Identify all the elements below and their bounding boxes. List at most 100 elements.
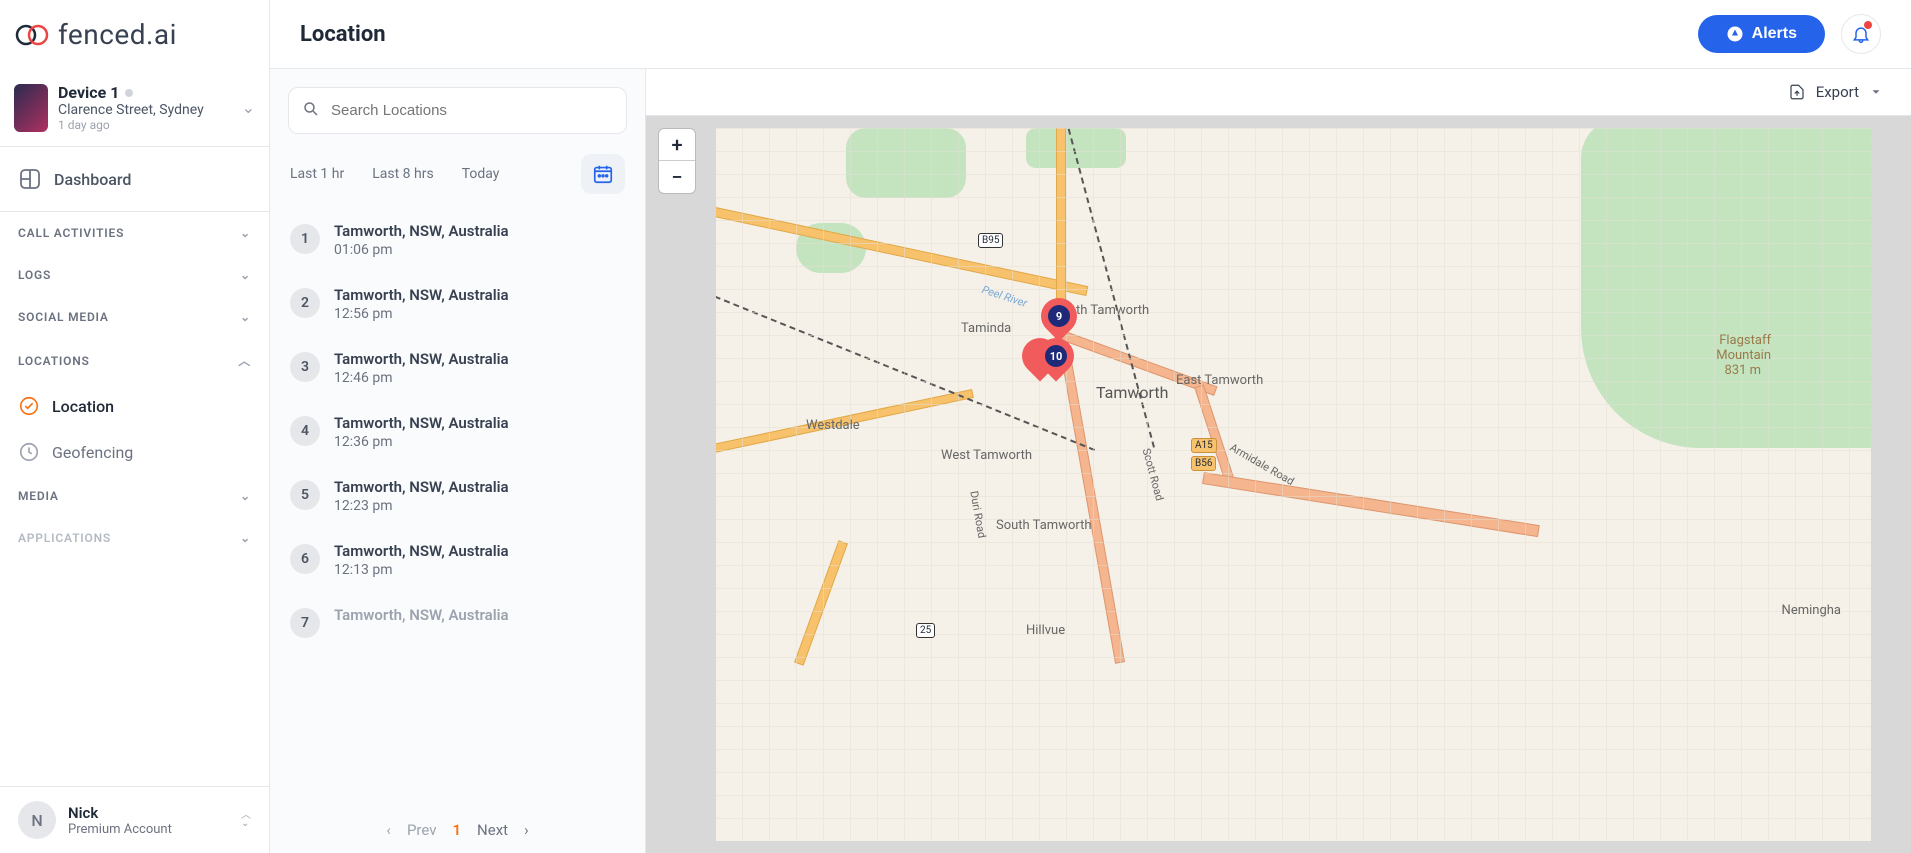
pager-prev[interactable]: Prev — [407, 821, 437, 839]
pager-next-chevron-icon[interactable]: › — [524, 821, 529, 839]
map-label-neminga: Nemingha — [1782, 603, 1841, 618]
section-locations[interactable]: LOCATIONS ︿ — [0, 338, 269, 383]
search-input[interactable] — [288, 87, 627, 134]
expand-icon: ︿⌄ — [241, 812, 251, 828]
chevron-down-icon: ⌄ — [242, 98, 255, 117]
chevron-down-icon: ⌄ — [240, 489, 251, 503]
section-logs[interactable]: LOGS ⌄ — [0, 254, 269, 296]
avatar: N — [18, 801, 56, 839]
location-list-item[interactable]: 7 Tamworth, NSW, Australia — [280, 592, 635, 652]
location-index: 3 — [290, 352, 320, 382]
zoom-in-button[interactable]: + — [659, 129, 695, 161]
map-label-westdale: Westdale — [806, 418, 860, 433]
dashboard-icon — [18, 167, 42, 191]
section-applications[interactable]: APPLICATIONS ⌄ — [0, 517, 269, 559]
nav-dashboard-label: Dashboard — [54, 170, 131, 189]
location-name: Tamworth, NSW, Australia — [334, 478, 509, 496]
topbar: Location Alerts — [270, 0, 1911, 69]
location-list-item[interactable]: 6 Tamworth, NSW, Australia 12:13 pm — [280, 528, 635, 592]
location-time: 12:13 pm — [334, 562, 509, 578]
map-label-north: th Tamworth — [1076, 303, 1149, 318]
device-selector[interactable]: Device 1 Clarence Street, Sydney 1 day a… — [0, 73, 269, 147]
filter-last-8hrs[interactable]: Last 8 hrs — [372, 166, 433, 182]
location-list-item[interactable]: 3Tamworth, NSW, Australia12:46 pm — [280, 336, 635, 400]
logo-icon — [14, 20, 50, 50]
shield-25: 25 — [916, 623, 935, 638]
calendar-icon — [592, 163, 614, 185]
logo[interactable]: fenced.ai — [0, 0, 269, 73]
device-last-seen: 1 day ago — [58, 118, 232, 132]
pager-page[interactable]: 1 — [452, 821, 461, 839]
map-label-west: West Tamworth — [941, 448, 1032, 463]
location-name: Tamworth, NSW, Australia — [334, 286, 509, 304]
location-time: 12:23 pm — [334, 498, 509, 514]
pager-next[interactable]: Next — [477, 821, 508, 839]
location-name: Tamworth, NSW, Australia — [334, 606, 509, 624]
location-time: 01:06 pm — [334, 242, 509, 258]
nav-dashboard[interactable]: Dashboard — [0, 147, 269, 212]
pagination: ‹ Prev 1 Next › — [270, 807, 645, 853]
locations-list-panel: Last 1 hr Last 8 hrs Today 1 Tamworth, NS… — [270, 69, 646, 853]
notification-dot-icon — [1864, 21, 1872, 29]
device-thumbnail — [14, 84, 48, 132]
brand-text: fenced.ai — [58, 18, 177, 51]
page-title: Location — [300, 22, 386, 47]
zoom-out-button[interactable]: − — [659, 161, 695, 193]
section-social-media[interactable]: SOCIAL MEDIA ⌄ — [0, 296, 269, 338]
shield-b95: B95 — [978, 233, 1003, 248]
notifications-button[interactable] — [1841, 14, 1881, 54]
location-index: 7 — [290, 608, 320, 638]
shield-a15: A15 — [1191, 438, 1217, 453]
map-label-tamworth: Tamworth — [1096, 383, 1168, 402]
device-name: Device 1 — [58, 83, 119, 102]
location-name: Tamworth, NSW, Australia — [334, 542, 509, 560]
location-list-item[interactable]: 2 Tamworth, NSW, Australia 12:56 pm — [280, 272, 635, 336]
user-name: Nick — [68, 804, 229, 822]
location-index: 6 — [290, 544, 320, 574]
location-list-item[interactable]: 4Tamworth, NSW, Australia12:36 pm — [280, 400, 635, 464]
pager-prev-chevron-icon[interactable]: ‹ — [386, 821, 391, 839]
section-call-activities[interactable]: CALL ACTIVITIES ⌄ — [0, 212, 269, 254]
map-label-east: East Tamworth — [1176, 373, 1263, 388]
location-time: 12:56 pm — [334, 306, 509, 322]
chevron-down-icon: ⌄ — [240, 531, 251, 545]
sidebar-item-location[interactable]: Location — [0, 383, 269, 429]
map-label-flag1: Flagstaff — [1719, 333, 1771, 348]
zoom-control: + − — [658, 128, 696, 194]
section-media[interactable]: MEDIA ⌄ — [0, 475, 269, 517]
export-button[interactable]: Export — [1788, 83, 1883, 101]
filter-last-1hr[interactable]: Last 1 hr — [290, 166, 344, 182]
geofence-icon — [18, 441, 40, 463]
calendar-button[interactable] — [581, 154, 625, 194]
chevron-down-icon: ⌄ — [240, 226, 251, 240]
location-name: Tamworth, NSW, Australia — [334, 414, 509, 432]
chevron-up-icon: ︿ — [238, 352, 251, 369]
map-label-taminda: Taminda — [961, 321, 1011, 336]
filter-today[interactable]: Today — [462, 166, 500, 182]
location-index: 5 — [290, 480, 320, 510]
location-index: 1 — [290, 224, 320, 254]
map-panel: Export + − — [646, 69, 1911, 853]
status-dot-icon — [125, 89, 133, 97]
map-tiles[interactable]: Tamworth th Tamworth East Tamworth West … — [716, 128, 1871, 841]
location-name: Tamworth, NSW, Australia — [334, 222, 509, 240]
location-index: 2 — [290, 288, 320, 318]
sidebar: fenced.ai Device 1 Clarence Street, Sydn… — [0, 0, 270, 853]
alerts-button[interactable]: Alerts — [1698, 15, 1825, 53]
location-time: 12:36 pm — [334, 434, 509, 450]
user-account[interactable]: N Nick Premium Account ︿⌄ — [0, 786, 269, 853]
location-list-item[interactable]: 1 Tamworth, NSW, Australia 01:06 pm — [280, 208, 635, 272]
export-icon — [1788, 83, 1806, 101]
user-plan: Premium Account — [68, 822, 229, 837]
location-check-icon — [18, 395, 40, 417]
chevron-down-icon: ⌄ — [240, 268, 251, 282]
chevron-down-icon — [1869, 85, 1883, 99]
search-icon — [302, 100, 320, 122]
map-label-hillvue: Hillvue — [1026, 623, 1065, 638]
map-label-flag3: 831 m — [1724, 363, 1761, 378]
map-canvas[interactable]: + − — [646, 116, 1911, 853]
location-list-item[interactable]: 5 Tamworth, NSW, Australia 12:23 pm — [280, 464, 635, 528]
shield-b56: B56 — [1191, 456, 1216, 471]
sidebar-item-geofencing[interactable]: Geofencing — [0, 429, 269, 475]
location-list[interactable]: 1 Tamworth, NSW, Australia 01:06 pm 2 Tamwor… — [270, 208, 645, 807]
